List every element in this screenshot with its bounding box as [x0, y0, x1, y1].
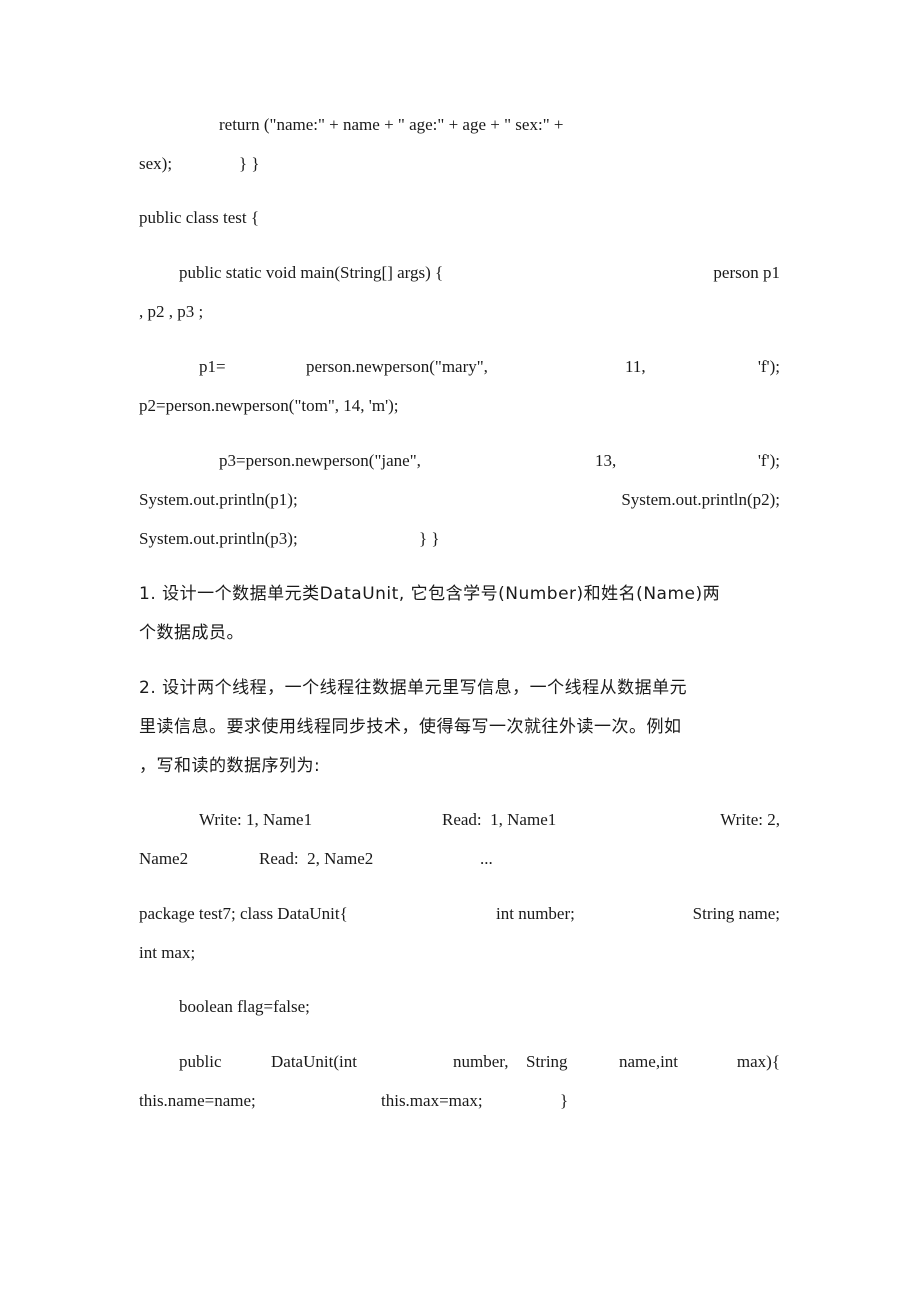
task-2-line-1: 2. 设计两个线程，一个线程往数据单元里写信息，一个线程从数据单元: [139, 676, 780, 700]
code-line-println-p3: System.out.println(p3); } }: [139, 527, 780, 551]
sequence-line-1: Write: 1, Name1 Read: 1, Name1 Write: 2,: [139, 808, 780, 832]
code-line-flag: boolean flag=false;: [139, 995, 780, 1019]
text-segment: String name;: [692, 904, 780, 923]
sequence-line-2: Name2 Read: 2, Name2 ...: [139, 847, 780, 871]
text-segment: Name2: [139, 849, 189, 868]
text-segment: ...: [480, 849, 493, 868]
text-segment: this.max=max;: [381, 1091, 483, 1110]
code-line-p3-assign: p3=person.newperson("jane", 13, 'f');: [139, 449, 780, 473]
text-segment: Read: 2, Name2: [259, 849, 374, 868]
text-segment: person.newperson("mary",: [306, 357, 488, 376]
text-segment: DataUnit(int: [271, 1052, 357, 1071]
text-segment: 'f');: [757, 451, 780, 470]
text-segment: System.out.println(p3);: [139, 529, 298, 548]
text-segment: p1=: [199, 357, 226, 376]
code-line-constructor: public DataUnit(int number, String name,…: [139, 1050, 780, 1074]
text-segment: System.out.println(p1);: [139, 490, 298, 509]
task-2-line-3: ，写和读的数据序列为:: [139, 754, 780, 778]
text-segment: ，写和读的数据序列为:: [139, 756, 321, 776]
text-segment: 个数据成员。: [139, 623, 244, 643]
text-segment: 11,: [625, 357, 646, 376]
text-segment: 'f');: [757, 357, 780, 376]
text-segment: } }: [419, 529, 440, 548]
text-segment: max){: [736, 1052, 780, 1071]
text-segment: name,int: [619, 1052, 679, 1071]
text-segment: 里读信息。要求使用线程同步技术，使得每写一次就往外读一次。例如: [139, 717, 682, 737]
code-line-p2-assign: p2=person.newperson("tom", 14, 'm');: [139, 394, 780, 418]
code-line-return: return ("name:" + name + " age:" + age +…: [139, 113, 780, 137]
code-line-int-max: int max;: [139, 941, 780, 965]
text-segment: this.name=name;: [139, 1091, 256, 1110]
code-line-p2-p3: , p2 , p3 ;: [139, 300, 780, 324]
text-segment: String: [526, 1052, 568, 1071]
text-segment: sex);: [139, 154, 173, 173]
text-segment: int max;: [139, 943, 196, 962]
text-segment: 13,: [595, 451, 617, 470]
code-line-package: package test7; class DataUnit{ int numbe…: [139, 902, 780, 926]
code-line-class-test: public class test {: [139, 206, 780, 230]
text-segment: 2. 设计两个线程，一个线程往数据单元里写信息，一个线程从数据单元: [139, 678, 688, 698]
text-segment: 1. 设计一个数据单元类DataUnit, 它包含学号(Number)和姓名(N…: [139, 584, 721, 604]
code-line-main: public static void main(String[] args) {…: [139, 261, 780, 285]
text-segment: int number;: [496, 904, 575, 923]
task-2-line-2: 里读信息。要求使用线程同步技术，使得每写一次就往外读一次。例如: [139, 715, 780, 739]
text-segment: Read: 1, Name1: [442, 810, 557, 829]
code-line-sex-close: sex); } }: [139, 152, 780, 176]
text-segment: System.out.println(p2);: [621, 490, 780, 509]
text-segment: Write: 1, Name1: [199, 810, 313, 829]
text-segment: return ("name:" + name + " age:" + age +…: [219, 115, 564, 134]
text-segment: }: [560, 1091, 569, 1110]
text-segment: p2=person.newperson("tom", 14, 'm');: [139, 396, 399, 415]
text-segment: Write: 2,: [720, 810, 780, 829]
text-segment: public: [179, 1052, 222, 1071]
text-segment: p3=person.newperson("jane",: [219, 451, 421, 470]
task-1-line-2: 个数据成员。: [139, 621, 780, 645]
code-line-this-assign: this.name=name; this.max=max; }: [139, 1089, 780, 1113]
text-segment: public class test {: [139, 208, 260, 227]
code-line-p1-assign: p1= person.newperson("mary", 11, 'f');: [139, 355, 780, 379]
code-line-println-p1-p2: System.out.println(p1); System.out.print…: [139, 488, 780, 512]
text-segment: public static void main(String[] args) {: [179, 263, 444, 282]
text-segment: } }: [239, 154, 260, 173]
task-1-line-1: 1. 设计一个数据单元类DataUnit, 它包含学号(Number)和姓名(N…: [139, 582, 780, 606]
text-segment: number,: [453, 1052, 509, 1071]
text-segment: person p1: [713, 263, 780, 282]
text-segment: boolean flag=false;: [179, 997, 310, 1016]
text-segment: package test7; class DataUnit{: [139, 904, 348, 923]
text-segment: , p2 , p3 ;: [139, 302, 204, 321]
